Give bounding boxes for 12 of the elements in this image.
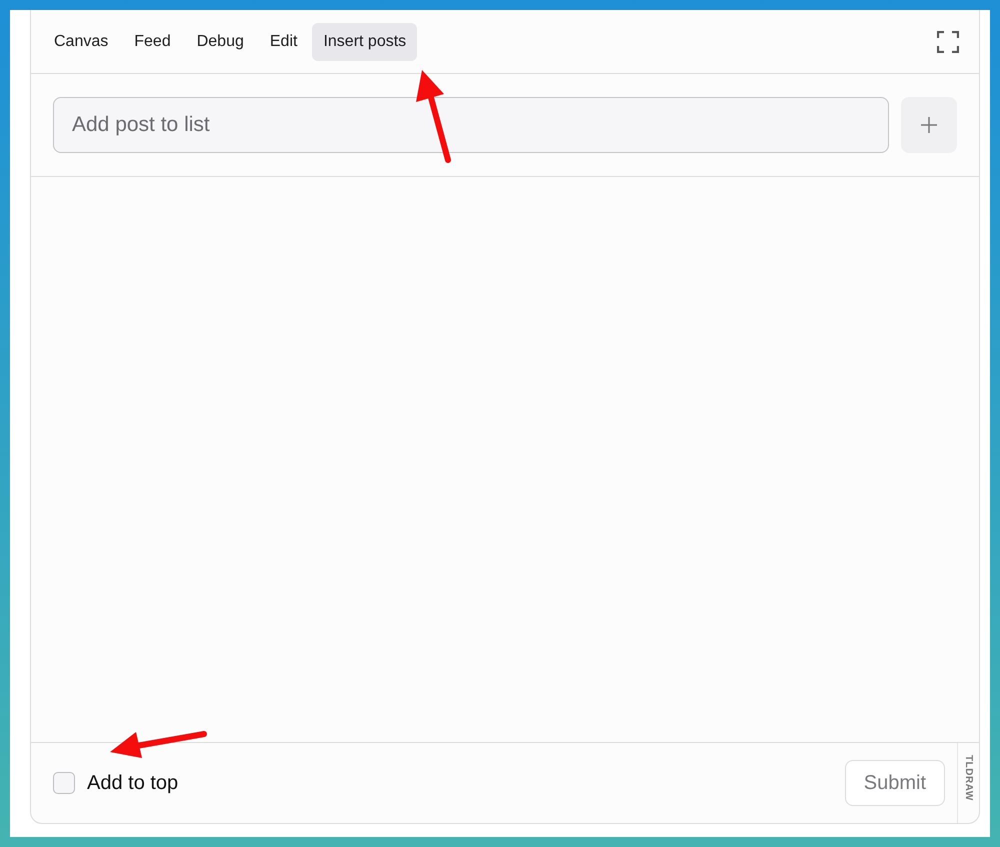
add-button[interactable] — [901, 97, 957, 153]
tab[interactable]: Debug — [186, 22, 255, 60]
checkbox-label: Add to top — [87, 771, 178, 796]
plus-icon — [921, 117, 937, 133]
tab[interactable]: Feed — [123, 22, 182, 60]
checkbox[interactable] — [53, 772, 75, 794]
vertical-label: TLDRAW — [962, 755, 975, 801]
post-input-field[interactable]: Add post to list — [53, 97, 889, 153]
fullscreen-icon[interactable] — [937, 30, 959, 52]
tab[interactable]: Canvas — [43, 22, 120, 60]
tab[interactable]: Edit — [258, 22, 308, 60]
tab[interactable]: Insert posts — [312, 22, 418, 60]
